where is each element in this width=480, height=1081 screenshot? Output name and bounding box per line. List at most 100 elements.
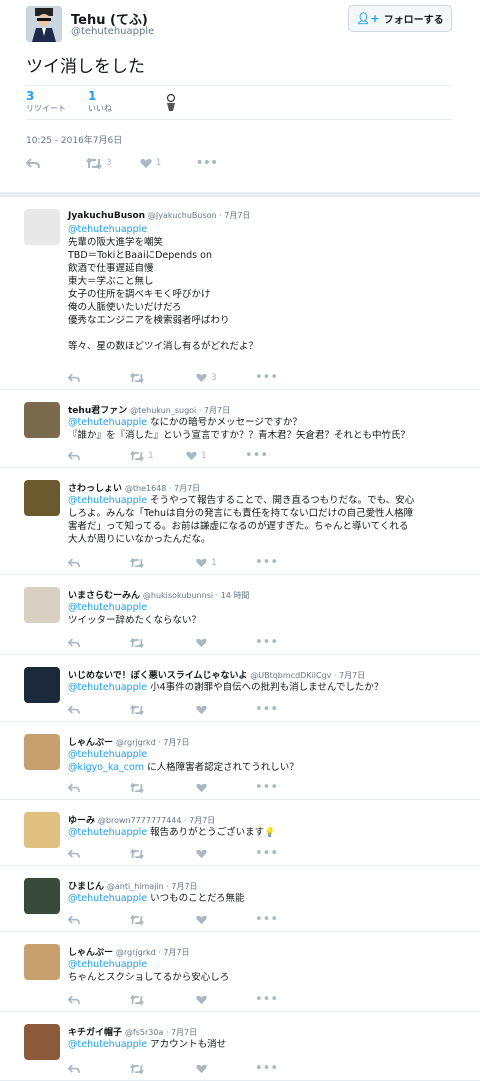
reply-mention[interactable]: @tehutehuapple [68, 602, 147, 613]
reply-avatar[interactable] [24, 667, 60, 703]
reply-button[interactable] [68, 783, 80, 793]
retweet-button[interactable] [130, 782, 158, 793]
reply-mention[interactable]: @tehutehuapple [68, 1039, 147, 1050]
reply-button[interactable] [68, 995, 80, 1005]
author-avatar[interactable] [26, 6, 62, 42]
more-button[interactable]: ••• [255, 780, 278, 795]
more-button[interactable]: ••• [255, 370, 278, 385]
reply-avatar[interactable] [24, 402, 60, 438]
retweet-button[interactable] [130, 637, 158, 648]
reply-line: 女子の住所を調べキモく呼びかけ [68, 289, 211, 300]
retweet-button[interactable] [130, 994, 158, 1005]
reply-author-handle[interactable]: @UBtqbmcdDKilCgv · 7月7日 [250, 671, 365, 680]
reply-button[interactable] [68, 373, 80, 383]
reply-button[interactable] [68, 915, 80, 925]
retweet-icon [130, 637, 144, 648]
author-handle[interactable]: @tehutehuapple [71, 26, 154, 37]
more-button[interactable]: ••• [255, 635, 278, 650]
like-button[interactable] [196, 915, 221, 925]
like-button[interactable] [196, 849, 221, 859]
tweet-text: ツイ消しをした [26, 57, 145, 77]
reply-avatar[interactable] [24, 944, 60, 980]
reply-mention[interactable]: @tehutehuapple [68, 417, 147, 428]
reply-mention[interactable]: @tehutehuapple [68, 827, 147, 838]
like-button[interactable]: 3 [196, 373, 221, 383]
more-button[interactable]: ••• [255, 912, 278, 927]
reply-mention[interactable]: @tehutehuapple [68, 682, 147, 693]
reply-line: 『誰か』を『消した』という宣言ですか？？青木君？矢倉君？それとも中竹氏？ [68, 430, 411, 441]
more-button[interactable]: ••• [245, 448, 268, 463]
reply-mention[interactable]: @tehutehuapple [68, 893, 147, 904]
retweet-button[interactable] [130, 372, 158, 383]
retweet-button[interactable] [130, 557, 158, 568]
reply-avatar[interactable] [24, 1024, 60, 1060]
retweet-button[interactable] [130, 848, 158, 859]
liker-avatar[interactable] [164, 93, 178, 113]
reply-author-handle[interactable]: @anti_himajin · 7月7日 [107, 882, 198, 891]
reply-author-name[interactable]: ゆーみ [68, 816, 95, 826]
reply-icon [68, 373, 80, 382]
reply-author-name[interactable]: しゃんぷー [68, 948, 113, 958]
like-button[interactable] [196, 638, 221, 648]
reply-line: ちゃんとスクショしてるから安心しろ [68, 972, 230, 983]
retweet-button[interactable] [130, 704, 158, 715]
more-button[interactable]: ••• [255, 702, 278, 717]
reply-button[interactable] [68, 1064, 80, 1074]
reply-author-handle[interactable]: @rgrjgrkd · 7月7日 [116, 948, 190, 957]
reply-avatar[interactable] [24, 587, 60, 623]
reply-avatar[interactable] [24, 209, 60, 245]
like-button[interactable]: 1 [140, 158, 162, 169]
reply-author-name[interactable]: JyakuchuBuson [68, 211, 145, 221]
reply-author-handle[interactable]: @JyakuchuBuson · 7月7日 [148, 211, 251, 220]
retweet-button[interactable] [130, 1063, 158, 1074]
reply-mention[interactable]: @tehutehuapple [68, 959, 147, 970]
reply-author-handle[interactable]: @rgrjgrkd · 7月7日 [116, 738, 190, 747]
like-stat[interactable]: 1 いいね [88, 89, 112, 114]
reply-button[interactable] [68, 558, 80, 568]
reply-button[interactable] [68, 451, 80, 461]
retweet-button[interactable] [130, 914, 158, 925]
more-button[interactable]: ••• [255, 846, 278, 861]
reply-author-name[interactable]: いまさらむーみん [68, 591, 140, 601]
reply-author-name[interactable]: しゃんぷー [68, 738, 113, 748]
reply-author-handle[interactable]: @hukisokubunnsi · 14 時間 [143, 591, 250, 600]
reply-mention-2[interactable]: @kigyo_ka_com [68, 762, 144, 773]
reply-author-name[interactable]: さわっしょい [68, 484, 122, 494]
more-button[interactable]: ••• [255, 555, 278, 570]
reply-avatar[interactable] [24, 480, 60, 516]
more-button[interactable]: ••• [255, 1061, 278, 1076]
like-button[interactable] [196, 705, 221, 715]
like-button[interactable]: 1 [196, 558, 221, 568]
reply-text: @tehutehuapple アカウントも消せ [68, 1038, 468, 1051]
reply-avatar[interactable] [24, 734, 60, 770]
reply-button[interactable] [68, 638, 80, 648]
reply-author-handle[interactable]: @fs5r30a · 7月7日 [125, 1028, 197, 1037]
reply-mention[interactable]: @tehutehuapple [68, 749, 147, 760]
reply-avatar[interactable] [24, 878, 60, 914]
like-button[interactable]: 1 [186, 451, 211, 461]
retweet-stat[interactable]: 3 リツイート [26, 89, 66, 114]
more-button[interactable]: ••• [195, 155, 218, 171]
reply-button[interactable] [26, 157, 40, 169]
reply-author-name[interactable]: キチガイ帽子 [68, 1028, 122, 1038]
like-button[interactable] [196, 995, 221, 1005]
retweet-button[interactable]: 3 [86, 157, 112, 169]
follow-button[interactable]: 👤︎+ フォローする [348, 5, 452, 32]
reply-avatar[interactable] [24, 812, 60, 848]
like-button[interactable] [196, 1064, 221, 1074]
reply-author-handle[interactable]: @brown7777777444 · 7月7日 [98, 816, 215, 825]
reply-button[interactable] [68, 849, 80, 859]
reply-author-handle[interactable]: @tehukun_sugoi · 7月7日 [130, 406, 230, 415]
reply-author-name[interactable]: ひまじん [68, 882, 104, 892]
reply-button[interactable] [68, 705, 80, 715]
more-button[interactable]: ••• [255, 992, 278, 1007]
reply-header: いまさらむーみん @hukisokubunnsi · 14 時間 [68, 588, 249, 601]
like-button[interactable] [196, 783, 221, 793]
like-action-count: 1 [155, 158, 162, 168]
reply-mention[interactable]: @tehutehuapple [68, 224, 147, 235]
reply-author-name[interactable]: tehu君ファン [68, 406, 127, 416]
retweet-button[interactable]: 1 [130, 450, 158, 461]
reply-author-name[interactable]: いじめないで！ぼく悪いスライムじゃないよ [68, 671, 247, 681]
reply-author-handle[interactable]: @the1648 · 7月7日 [125, 484, 200, 493]
reply-mention[interactable]: @tehutehuapple [68, 495, 147, 506]
